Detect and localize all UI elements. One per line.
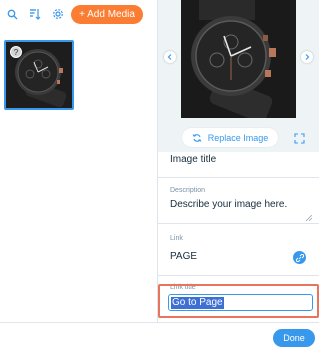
image-title-value[interactable]: Image title: [170, 154, 216, 165]
thumbnail-badge: ?: [10, 46, 22, 58]
link-field: Link PAGE: [158, 224, 319, 276]
preview-actions: Replace Image: [158, 124, 319, 152]
link-title-input[interactable]: Go to Page: [168, 294, 313, 311]
replace-image-label: Replace Image: [207, 132, 269, 143]
link-icon[interactable]: [293, 251, 306, 264]
description-label: Description: [170, 187, 206, 194]
link-title-selected-text[interactable]: Go to Page: [171, 297, 224, 309]
done-button[interactable]: Done: [273, 329, 315, 347]
image-preview: [158, 0, 319, 124]
link-title-label: Link title: [170, 284, 196, 291]
image-title-field[interactable]: Image title: [158, 152, 319, 178]
next-image-arrow[interactable]: [301, 51, 313, 63]
preview-image: [181, 0, 296, 118]
link-value: PAGE: [170, 251, 198, 262]
previous-image-arrow[interactable]: [164, 51, 176, 63]
image-settings-pane: Replace Image Image title Description De…: [158, 0, 319, 322]
media-toolbar: + Add Media: [0, 0, 157, 30]
description-value[interactable]: Describe your image here.: [170, 199, 287, 210]
resize-handle-icon[interactable]: [305, 208, 313, 222]
description-field[interactable]: Description Describe your image here.: [158, 178, 319, 224]
sort-icon[interactable]: [27, 6, 43, 22]
panel-footer: Done: [0, 322, 319, 350]
media-library-pane: + Add Media ?: [0, 0, 157, 322]
replace-image-button[interactable]: Replace Image: [182, 128, 278, 147]
gear-icon[interactable]: [50, 6, 66, 22]
add-media-button[interactable]: + Add Media: [71, 5, 143, 24]
expand-icon[interactable]: [292, 131, 306, 145]
replace-icon: [192, 133, 202, 142]
media-thumbnail[interactable]: ?: [4, 40, 74, 110]
link-title-field: Link title Go to Page: [158, 276, 319, 322]
link-label: Link: [170, 235, 183, 242]
search-icon[interactable]: [4, 6, 20, 22]
